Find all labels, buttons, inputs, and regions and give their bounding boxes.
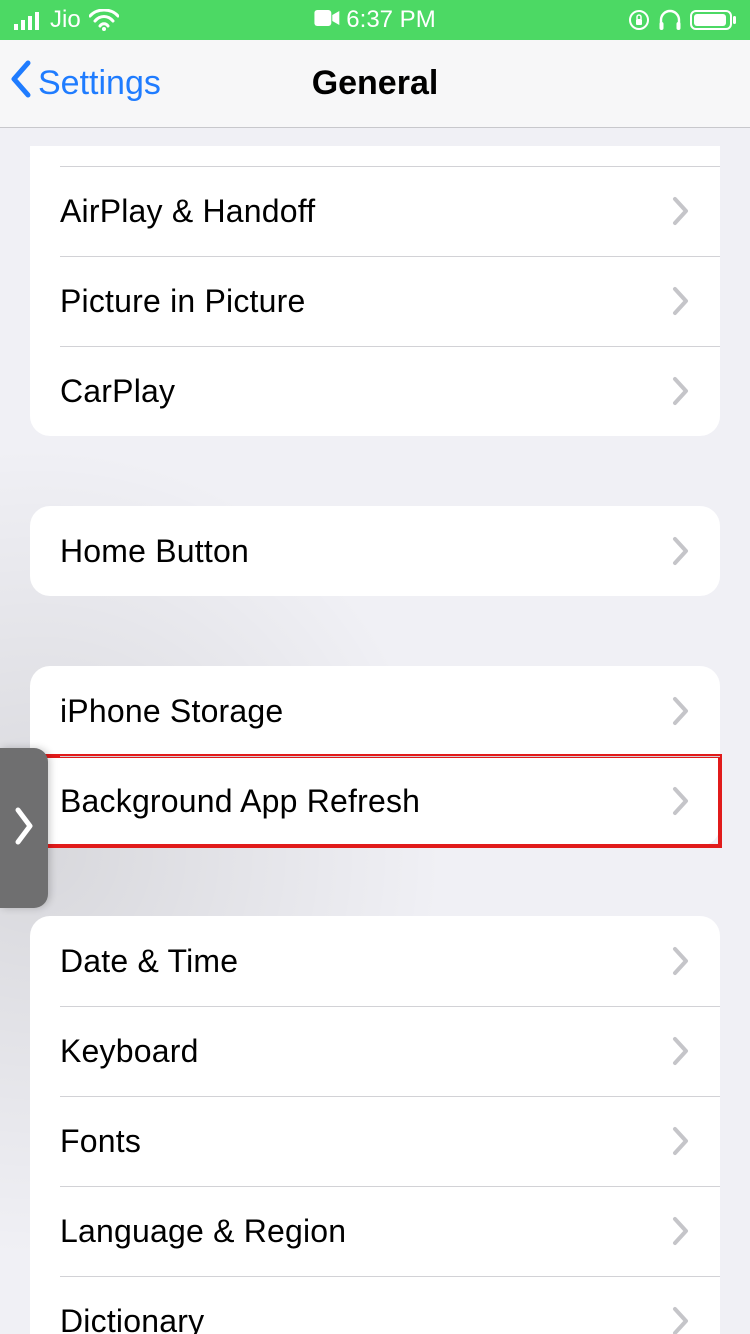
chevron-right-icon [672,376,690,406]
side-drawer-handle[interactable] [0,748,48,908]
row-label: CarPlay [60,373,175,410]
chevron-right-icon [13,804,35,853]
chevron-right-icon [672,696,690,726]
row-background-app-refresh[interactable]: Background App Refresh [30,756,720,846]
chevron-left-icon [8,59,34,108]
back-button[interactable]: Settings [0,59,161,108]
row-airplay-handoff[interactable]: AirPlay & Handoff [30,166,720,256]
row-date-time[interactable]: Date & Time [30,916,720,1006]
chevron-right-icon [672,536,690,566]
row-carplay[interactable]: CarPlay [30,346,720,436]
row-label: Picture in Picture [60,283,305,320]
settings-scroll[interactable]: AirPlay & Handoff Picture in Picture Car… [0,128,750,1334]
status-center: 6:37 PM [314,6,435,34]
status-right [628,9,736,31]
row-dictionary[interactable]: Dictionary [30,1276,720,1334]
chevron-right-icon [672,1216,690,1246]
row-home-button[interactable]: Home Button [30,506,720,596]
row-label: Fonts [60,1123,141,1160]
row-picture-in-picture[interactable]: Picture in Picture [30,256,720,346]
cellular-signal-icon [14,10,42,30]
carrier-label: Jio [50,6,81,34]
nav-bar: Settings General [0,40,750,128]
row-label: iPhone Storage [60,693,283,730]
nav-title: General [312,64,439,103]
chevron-right-icon [672,196,690,226]
wifi-icon [89,9,119,31]
row-label: Home Button [60,533,249,570]
row-label: Dictionary [60,1303,204,1334]
chevron-right-icon [672,1036,690,1066]
chevron-right-icon [672,1306,690,1334]
row-label: AirPlay & Handoff [60,193,315,230]
row-keyboard[interactable]: Keyboard [30,1006,720,1096]
status-bar: Jio 6:37 PM [0,0,750,40]
settings-group: Home Button [30,506,720,596]
row-fonts[interactable]: Fonts [30,1096,720,1186]
chevron-right-icon [672,286,690,316]
row-label: Background App Refresh [60,783,420,820]
battery-icon [690,9,736,31]
row-iphone-storage[interactable]: iPhone Storage [30,666,720,756]
row-language-region[interactable]: Language & Region [30,1186,720,1276]
row-label: Language & Region [60,1213,346,1250]
status-left: Jio [14,6,119,34]
chevron-right-icon [672,1126,690,1156]
orientation-lock-icon [628,9,650,31]
partial-row-top [30,146,720,166]
headphones-icon [658,9,682,31]
chevron-right-icon [672,946,690,976]
video-icon [314,6,340,34]
settings-group: iPhone Storage Background App Refresh [30,666,720,846]
chevron-right-icon [672,786,690,816]
back-label: Settings [38,64,161,103]
status-time: 6:37 PM [346,6,435,34]
row-label: Keyboard [60,1033,199,1070]
settings-group: Date & Time Keyboard Fonts Language & Re… [30,916,720,1334]
settings-group: AirPlay & Handoff Picture in Picture Car… [30,146,720,436]
row-label: Date & Time [60,943,238,980]
